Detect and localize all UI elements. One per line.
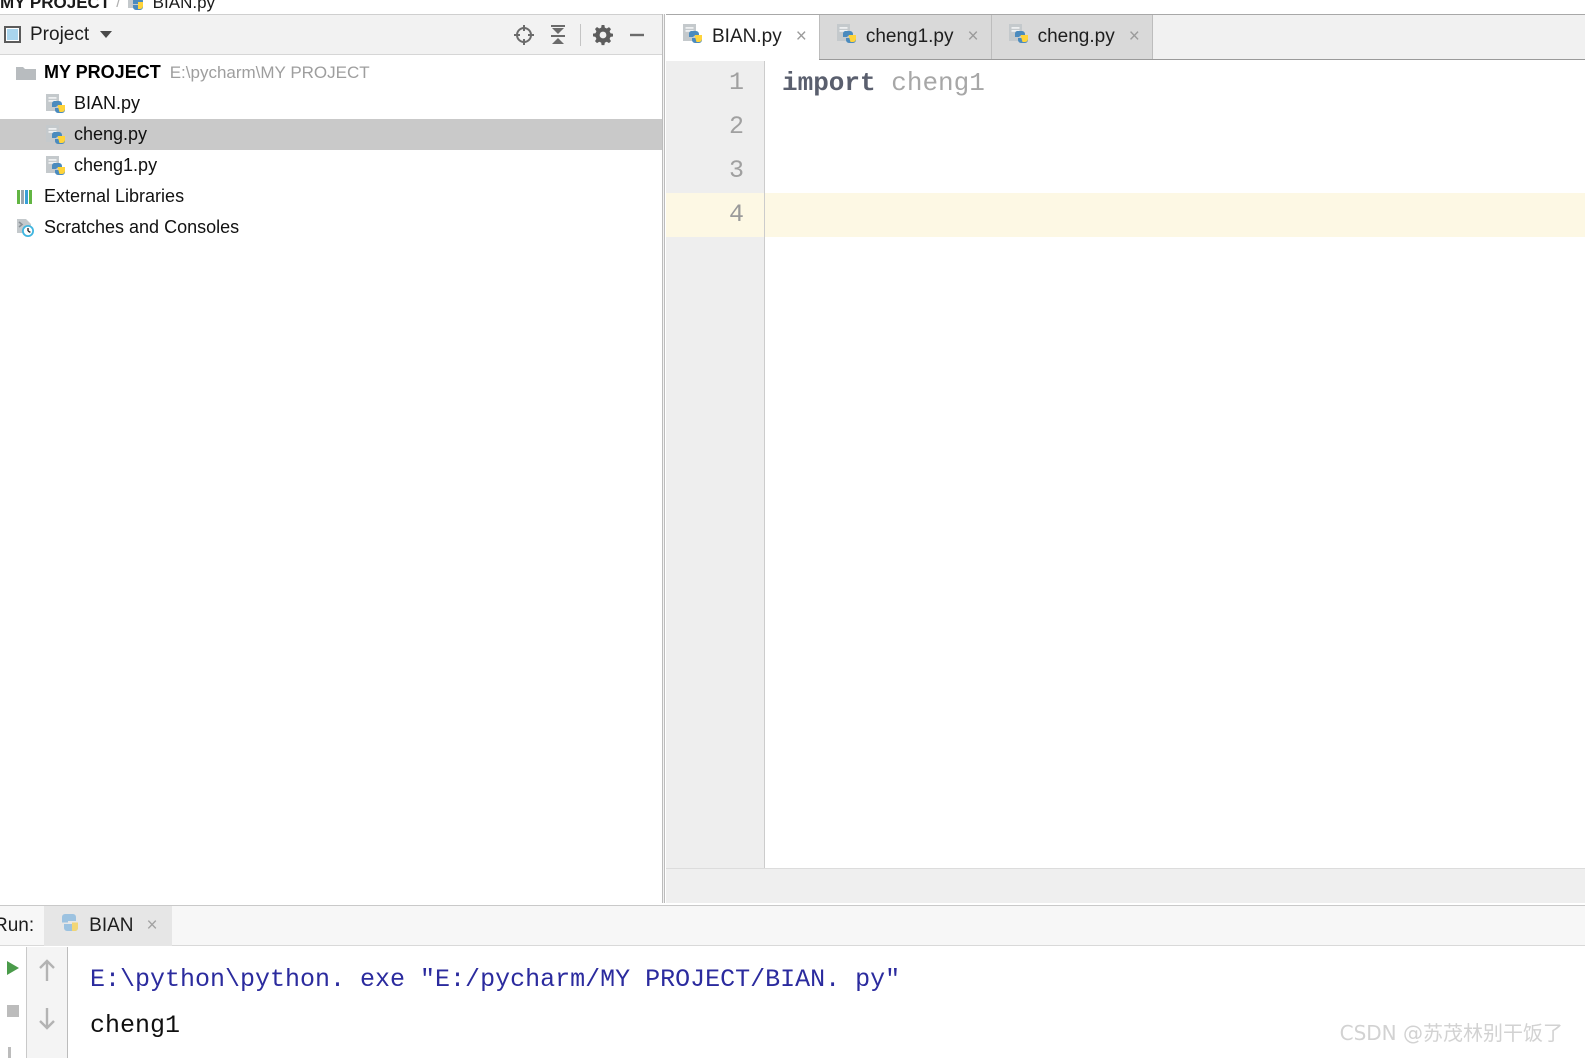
rerun-icon[interactable]: [4, 1045, 22, 1058]
run-tab-label: BIAN: [89, 914, 134, 936]
minimize-icon[interactable]: [620, 18, 654, 52]
vertical-splitter[interactable]: [662, 14, 665, 903]
scratches-icon: [14, 216, 38, 240]
python-file-icon: [127, 0, 147, 16]
breadcrumb: MY PROJECT / BIAN.py: [0, 0, 215, 14]
locate-icon[interactable]: [507, 18, 541, 52]
tree-row-cheng1-py[interactable]: cheng1.py: [0, 150, 662, 181]
stop-icon[interactable]: [4, 1002, 22, 1025]
code-view: 1 2 3 4 import cheng1: [666, 61, 1585, 903]
csdn-watermark: CSDN @苏茂林别干饭了: [1339, 1021, 1563, 1045]
chevron-down-icon[interactable]: [100, 31, 113, 38]
editor-tab-label: cheng1.py: [865, 26, 954, 47]
project-tool-window: Project MY PROJECT E:\pycharm\MY PROJECT…: [0, 14, 662, 903]
line-number: 3: [728, 156, 744, 185]
python-icon: [58, 912, 80, 940]
editor-tab-cheng-py[interactable]: cheng.py ×: [991, 15, 1153, 59]
project-panel-header: Project: [0, 15, 662, 55]
editor-area: BIAN.py × cheng1.py × cheng.py × 1 2 3 4…: [666, 14, 1585, 903]
line-number: 4: [666, 193, 764, 237]
libraries-icon: [14, 185, 38, 209]
editor-tab-cheng1-py[interactable]: cheng1.py ×: [819, 15, 992, 59]
python-file-icon: [836, 23, 858, 51]
project-title-group[interactable]: Project: [0, 23, 113, 46]
python-file-icon: [44, 92, 68, 116]
breadcrumb-project[interactable]: MY PROJECT: [0, 0, 110, 13]
project-path-label: E:\pycharm\MY PROJECT: [169, 62, 370, 82]
run-panel-label: Run:: [0, 914, 35, 936]
run-control-bar: [0, 947, 26, 1058]
gear-icon[interactable]: [586, 18, 620, 52]
tree-row-my-project[interactable]: MY PROJECT E:\pycharm\MY PROJECT: [0, 57, 662, 88]
editor-tab-label: cheng.py: [1037, 26, 1115, 47]
code-line: import cheng1: [765, 61, 1585, 105]
run-icon[interactable]: [4, 959, 22, 982]
tree-row-bian-py[interactable]: BIAN.py: [0, 88, 662, 119]
close-icon[interactable]: ×: [1129, 26, 1140, 48]
tree-item-label: BIAN.py: [74, 93, 141, 113]
python-file-icon: [44, 123, 68, 147]
breadcrumb-separator: /: [116, 0, 121, 11]
code-identifier: cheng1: [891, 68, 985, 98]
tree-item-label: cheng.py: [74, 124, 148, 144]
python-file-icon: [682, 23, 704, 51]
project-window-icon: [4, 26, 21, 43]
collapse-all-icon[interactable]: [541, 18, 575, 52]
editor-tab-bian-py[interactable]: BIAN.py ×: [666, 15, 820, 60]
console-line-command: E:\python\python. exe ″E:/pycharm/MY PRO…: [90, 965, 901, 994]
run-tool-window: Run: BIAN × E:\python\python. exe ″E:/py…: [0, 905, 1585, 1058]
toolbar-divider: [580, 24, 581, 46]
code-text-area[interactable]: import cheng1: [765, 61, 1585, 903]
pycharm-window: MY PROJECT / BIAN.py Project MY PROJECT …: [0, 0, 1585, 1058]
editor-tab-strip: BIAN.py × cheng1.py × cheng.py ×: [666, 14, 1585, 60]
close-icon[interactable]: ×: [796, 26, 807, 48]
close-icon[interactable]: ×: [968, 26, 979, 48]
python-file-icon: [1008, 23, 1030, 51]
project-panel-title: Project: [30, 23, 90, 45]
scroll-down-icon[interactable]: [35, 1006, 59, 1037]
line-number-gutter[interactable]: 1 2 3 4: [666, 61, 765, 903]
scroll-up-icon[interactable]: [35, 957, 59, 988]
code-keyword: import: [782, 68, 876, 98]
editor-bottom-strip: [666, 868, 1585, 903]
project-tree: MY PROJECT E:\pycharm\MY PROJECT BIAN.py: [0, 55, 662, 243]
editor-tab-label: BIAN.py: [712, 26, 782, 47]
tree-item-label: External Libraries: [44, 186, 185, 206]
tree-row-external-libraries[interactable]: External Libraries: [0, 181, 662, 212]
tree-row-cheng-py[interactable]: cheng.py: [0, 119, 662, 150]
python-file-icon: [44, 154, 68, 178]
project-panel-toolbar: [507, 15, 654, 55]
tree-item-label: cheng1.py: [74, 155, 158, 175]
run-scroll-bar: [26, 947, 68, 1058]
line-number: 1: [728, 68, 744, 97]
close-icon[interactable]: ×: [147, 915, 158, 937]
tree-item-label: Scratches and Consoles: [44, 217, 240, 237]
code-line-current: [765, 193, 1585, 237]
tree-row-scratches-and-consoles[interactable]: Scratches and Consoles: [0, 212, 662, 243]
folder-icon: [14, 61, 38, 85]
breadcrumb-file[interactable]: BIAN.py: [153, 0, 215, 13]
run-tab-bian[interactable]: BIAN ×: [44, 905, 172, 946]
run-tab-row: Run: BIAN ×: [0, 905, 1585, 946]
tab-strip-filler: [1152, 15, 1585, 59]
line-number: 2: [728, 112, 744, 141]
project-name-label: MY PROJECT: [44, 62, 161, 82]
